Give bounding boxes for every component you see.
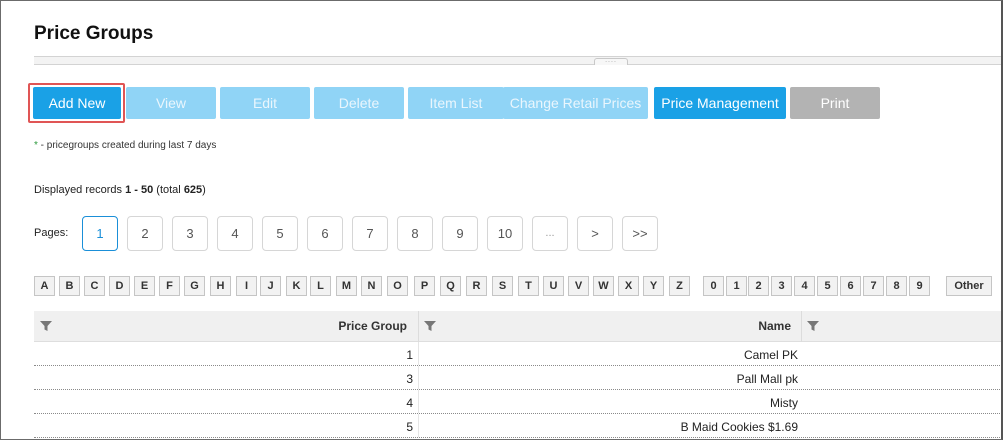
alpha-filter-button[interactable]: 4 — [794, 276, 815, 296]
alpha-filter-button[interactable]: 7 — [863, 276, 884, 296]
alpha-filter-button[interactable]: T — [518, 276, 539, 296]
alpha-filter-button[interactable]: Other — [946, 276, 992, 296]
print-button[interactable]: Print — [790, 87, 880, 119]
page-ellipsis-button[interactable]: ... — [532, 216, 568, 251]
alpha-filter-button[interactable]: 1 — [726, 276, 747, 296]
view-button[interactable]: View — [126, 87, 216, 119]
cell-name: Misty — [770, 396, 798, 410]
page-10-button[interactable]: 10 — [487, 216, 523, 251]
pages-label: Pages: — [34, 227, 69, 239]
filter-icon[interactable] — [424, 320, 436, 332]
alpha-filter-button[interactable]: I — [236, 276, 257, 296]
grid-header: Price Group Name — [34, 311, 1001, 342]
price-management-button[interactable]: Price Management — [654, 87, 786, 119]
column-header-price-group[interactable]: Price Group — [234, 319, 407, 333]
last-page-button[interactable]: >> — [622, 216, 658, 251]
alpha-filter-button[interactable]: V — [568, 276, 589, 296]
alpha-filter-button[interactable]: S — [492, 276, 513, 296]
edit-button[interactable]: Edit — [220, 87, 310, 119]
alpha-filter-button[interactable]: G — [184, 276, 205, 296]
page-2-button[interactable]: 2 — [127, 216, 163, 251]
alpha-filter-button[interactable]: 5 — [817, 276, 838, 296]
alpha-filter-button[interactable]: 3 — [771, 276, 792, 296]
cell-price-group: 4 — [406, 396, 413, 410]
column-separator[interactable] — [801, 311, 802, 342]
filter-icon[interactable] — [807, 320, 819, 332]
alpha-filter-button[interactable]: 2 — [748, 276, 769, 296]
records-suffix: ) — [202, 184, 206, 196]
alpha-filter-button[interactable]: N — [361, 276, 382, 296]
alpha-filter-button[interactable]: A — [34, 276, 55, 296]
filter-icon[interactable] — [40, 320, 52, 332]
alpha-filter-button[interactable]: 0 — [703, 276, 724, 296]
page-9-button[interactable]: 9 — [442, 216, 478, 251]
table-row[interactable]: 5 B Maid Cookies $1.69 — [34, 414, 1001, 438]
table-row[interactable]: 1 Camel PK — [34, 342, 1001, 366]
item-list-button[interactable]: Item List — [408, 87, 504, 119]
alpha-filter-button[interactable]: J — [260, 276, 281, 296]
page-4-button[interactable]: 4 — [217, 216, 253, 251]
alpha-filter-button[interactable]: P — [414, 276, 435, 296]
cell-name: B Maid Cookies $1.69 — [680, 420, 798, 434]
records-total: 625 — [183, 184, 203, 196]
row-column-separator — [418, 390, 419, 413]
alpha-filter-button[interactable]: F — [159, 276, 180, 296]
column-header-name[interactable]: Name — [594, 319, 791, 333]
alpha-filter-button[interactable]: L — [310, 276, 331, 296]
table-row[interactable]: 4 Misty — [34, 390, 1001, 414]
change-retail-prices-button[interactable]: Change Retail Prices — [503, 87, 648, 119]
alpha-filter-button[interactable]: O — [387, 276, 408, 296]
row-column-separator — [418, 342, 419, 365]
alpha-filter-button[interactable]: C — [84, 276, 105, 296]
records-mid: (total — [153, 184, 184, 196]
alpha-filter-button[interactable]: U — [543, 276, 564, 296]
page-8-button[interactable]: 8 — [397, 216, 433, 251]
add-new-button[interactable]: Add New — [33, 87, 121, 119]
cell-price-group: 3 — [406, 372, 413, 386]
table-row[interactable]: 3 Pall Mall pk — [34, 366, 1001, 390]
row-column-separator — [418, 414, 419, 437]
cell-price-group: 5 — [406, 420, 413, 434]
alpha-filter-button[interactable]: R — [466, 276, 487, 296]
panel-splitter[interactable]: .... — [34, 56, 1001, 65]
alpha-filter-button[interactable]: 9 — [909, 276, 930, 296]
alpha-filter-button[interactable]: M — [336, 276, 357, 296]
records-summary: Displayed records 1 - 50 (total 625) — [34, 184, 206, 196]
window-frame: Price Groups .... Add New View Edit Dele… — [0, 0, 1003, 440]
records-prefix: Displayed records — [34, 184, 126, 196]
grid-body: 1 Camel PK 3 Pall Mall pk 4 Misty 5 B Maid Cook… — [34, 342, 1001, 438]
column-separator[interactable] — [418, 311, 419, 342]
alpha-filter-button[interactable]: X — [618, 276, 639, 296]
alpha-filter-button[interactable]: K — [286, 276, 307, 296]
alpha-filter-button[interactable]: 6 — [840, 276, 861, 296]
cell-name: Pall Mall pk — [736, 372, 798, 386]
alpha-filter-button[interactable]: H — [210, 276, 231, 296]
cell-price-group: 1 — [406, 348, 413, 362]
page-3-button[interactable]: 3 — [172, 216, 208, 251]
alpha-filter-button[interactable]: D — [109, 276, 130, 296]
next-page-button[interactable]: > — [577, 216, 613, 251]
page-6-button[interactable]: 6 — [307, 216, 343, 251]
page-title: Price Groups — [34, 23, 154, 44]
page-7-button[interactable]: 7 — [352, 216, 388, 251]
splitter-grip-icon[interactable]: .... — [594, 57, 628, 65]
recent-note-text: - pricegroups created during last 7 days — [37, 140, 217, 151]
alpha-filter-button[interactable]: B — [59, 276, 80, 296]
records-range: 1 - 50 — [125, 184, 154, 196]
alpha-filter-button[interactable]: Z — [669, 276, 690, 296]
recent-note: * - pricegroups created during last 7 da… — [34, 140, 216, 151]
alpha-filter-button[interactable]: W — [593, 276, 614, 296]
alpha-filter-button[interactable]: E — [134, 276, 155, 296]
alpha-filter-button[interactable]: Q — [440, 276, 461, 296]
alpha-filter-button[interactable]: 8 — [886, 276, 907, 296]
cell-name: Camel PK — [743, 348, 798, 362]
row-column-separator — [418, 366, 419, 389]
alpha-filter-button[interactable]: Y — [643, 276, 664, 296]
page-1-button[interactable]: 1 — [82, 216, 118, 251]
delete-button[interactable]: Delete — [314, 87, 404, 119]
page-5-button[interactable]: 5 — [262, 216, 298, 251]
